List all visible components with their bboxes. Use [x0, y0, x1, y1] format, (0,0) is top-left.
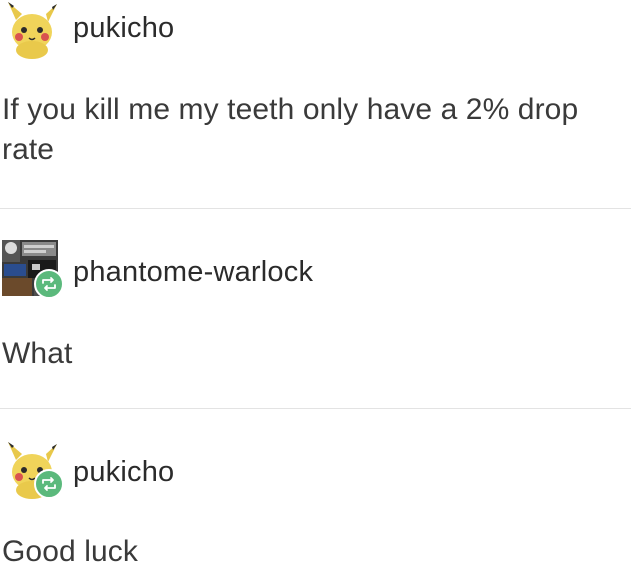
- avatar[interactable]: [2, 0, 66, 60]
- reblog-badge: [34, 469, 64, 499]
- username[interactable]: pukicho: [73, 12, 174, 45]
- reblog-badge: [34, 269, 64, 299]
- post-header: pukicho: [0, 440, 631, 500]
- post-text: Good luck: [2, 535, 138, 567]
- username[interactable]: phantome-warlock: [73, 256, 313, 289]
- username[interactable]: pukicho: [73, 456, 174, 489]
- divider: [0, 408, 631, 409]
- post-reblog: pukicho Good luck: [0, 440, 631, 567]
- reblog-icon: [42, 477, 56, 491]
- divider: [0, 208, 631, 209]
- post-header: phantome-warlock: [0, 240, 631, 300]
- post-reblog: phantome-warlock What: [0, 240, 631, 390]
- post-text: If you kill me my teeth only have a 2% d…: [2, 93, 579, 166]
- reblog-icon: [42, 277, 56, 291]
- post-header: pukicho: [0, 0, 631, 60]
- reblog-thread: pukicho If you kill me my teeth only hav…: [0, 0, 631, 567]
- post-text: What: [2, 337, 73, 370]
- post-original: pukicho If you kill me my teeth only hav…: [0, 0, 631, 200]
- pikachu-plush-icon: [8, 2, 57, 59]
